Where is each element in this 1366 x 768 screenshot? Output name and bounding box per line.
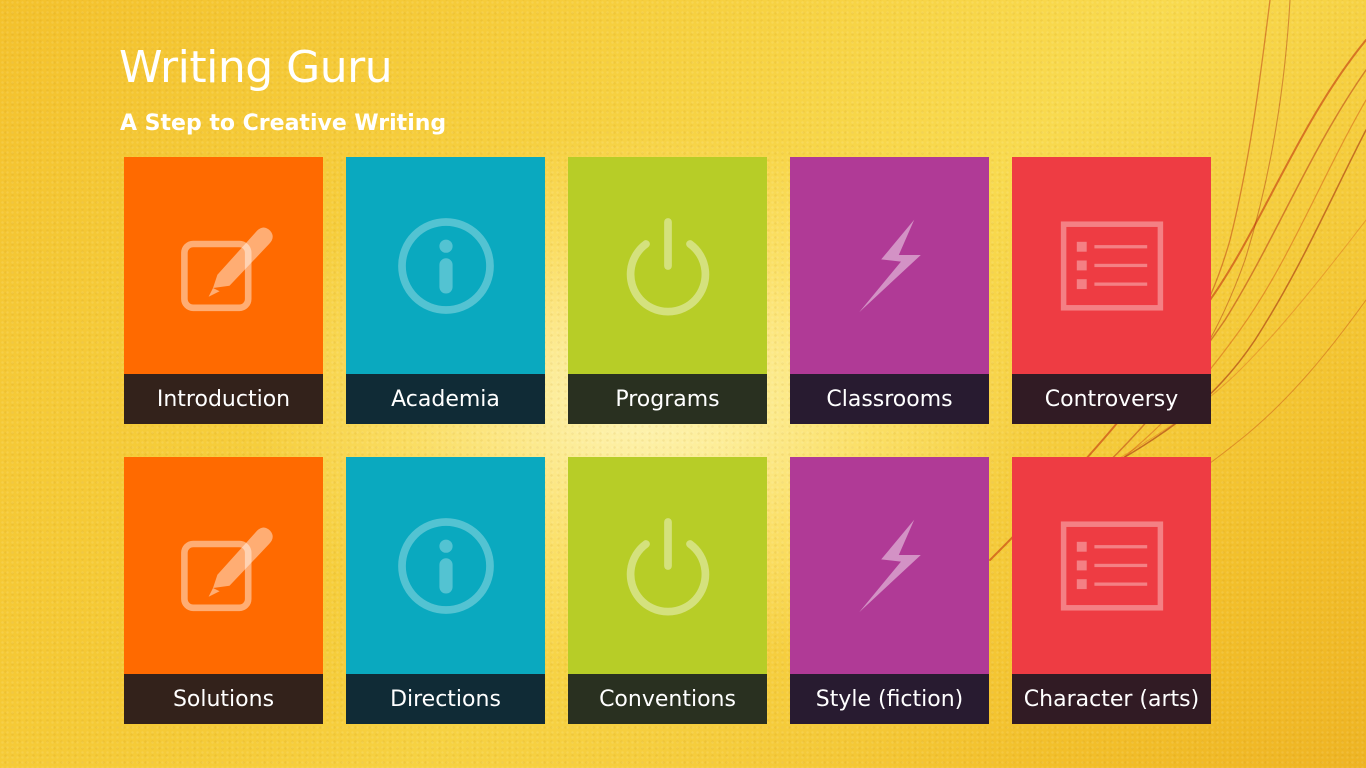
- tile-label: Academia: [391, 386, 500, 412]
- tile-classrooms[interactable]: Classrooms: [790, 157, 989, 424]
- tile-programs[interactable]: Programs: [568, 157, 767, 424]
- tile-controversy[interactable]: Controversy: [1012, 157, 1211, 424]
- tile-label-bar: Classrooms: [790, 374, 989, 424]
- tile-conventions[interactable]: Conventions: [568, 457, 767, 724]
- tile-academia[interactable]: Academia: [346, 157, 545, 424]
- tile-label-bar: Programs: [568, 374, 767, 424]
- tile-label-bar: Style (fiction): [790, 674, 989, 724]
- tile-label-bar: Introduction: [124, 374, 323, 424]
- tile-label-bar: Conventions: [568, 674, 767, 724]
- tile-label: Directions: [390, 686, 501, 712]
- app-subtitle: A Step to Creative Writing: [120, 111, 447, 136]
- edit-icon: [124, 157, 323, 374]
- tile-directions[interactable]: Directions: [346, 457, 545, 724]
- topic-tile-grid: Introduction Academia Programs Classroom…: [124, 157, 1211, 724]
- info-icon: [346, 457, 545, 674]
- tile-solutions[interactable]: Solutions: [124, 457, 323, 724]
- info-icon: [346, 157, 545, 374]
- power-icon: [568, 157, 767, 374]
- tile-label: Solutions: [172, 686, 275, 712]
- list-icon: [1012, 457, 1211, 674]
- lightning-icon: [790, 157, 989, 374]
- tile-label: Programs: [615, 386, 720, 412]
- tile-label: Introduction: [156, 386, 291, 412]
- tile-label: Controversy: [1044, 386, 1179, 412]
- power-icon: [568, 457, 767, 674]
- edit-icon: [124, 457, 323, 674]
- tile-label: Classrooms: [826, 386, 953, 412]
- tile-label: Character (arts): [1023, 686, 1200, 712]
- list-icon: [1012, 157, 1211, 374]
- tile-introduction[interactable]: Introduction: [124, 157, 323, 424]
- lightning-icon: [790, 457, 989, 674]
- tile-character-arts[interactable]: Character (arts): [1012, 457, 1211, 724]
- tile-label-bar: Solutions: [124, 674, 323, 724]
- tile-label-bar: Controversy: [1012, 374, 1211, 424]
- tile-label: Conventions: [599, 686, 736, 712]
- tile-label: Style (fiction): [815, 686, 964, 712]
- tile-label-bar: Character (arts): [1012, 674, 1211, 724]
- app-title: Writing Guru: [119, 42, 393, 93]
- tile-style-fiction[interactable]: Style (fiction): [790, 457, 989, 724]
- tile-label-bar: Academia: [346, 374, 545, 424]
- tile-label-bar: Directions: [346, 674, 545, 724]
